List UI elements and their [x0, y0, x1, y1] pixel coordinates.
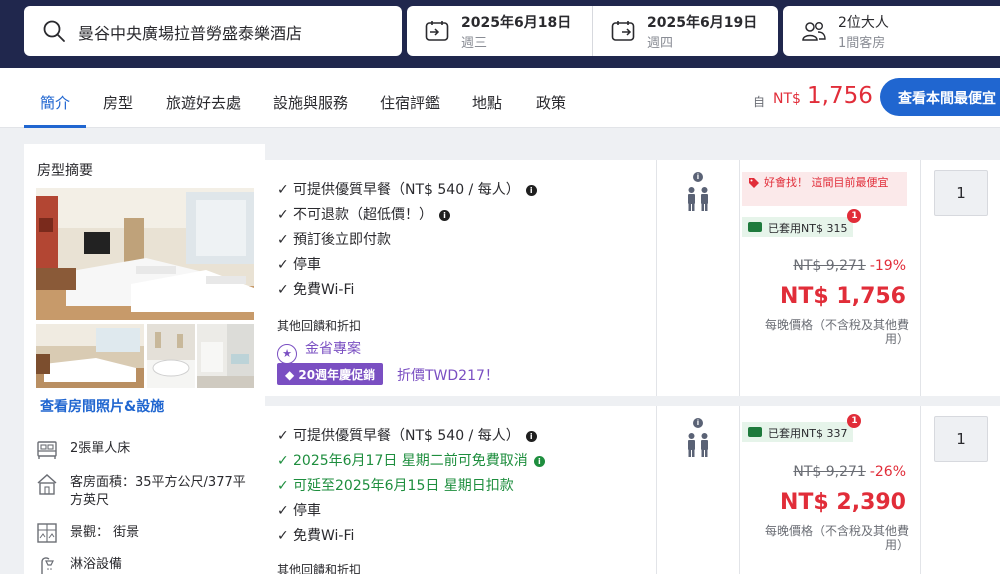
checkout-weekday: 週四	[647, 36, 674, 51]
benefit-free-cancellation: ✓ 2025年6月17日 星期二前可免費取消 i	[277, 450, 545, 470]
two-persons-icon	[688, 433, 708, 457]
adults-count: 2位大人	[838, 15, 889, 31]
tab-reviews[interactable]: 住宿評鑑	[380, 92, 440, 113]
checkout-date: 2025年6月19日	[647, 15, 758, 31]
discount-percent: -26%	[869, 464, 906, 480]
destination-field[interactable]: 曼谷中央廣場拉普勞盛泰樂酒店	[24, 6, 402, 56]
room-thumb-3[interactable]	[197, 324, 254, 388]
search-icon	[43, 20, 65, 42]
tag-icon	[749, 178, 759, 188]
promo-savings[interactable]: ★ 金省專案	[277, 338, 361, 364]
quantity-cell: 1	[921, 160, 1000, 396]
date-picker[interactable]: 2025年6月18日 週三 2025年6月19日 週四	[407, 6, 778, 56]
coupon-applied-badge: 已套用NT$ 337 1	[742, 414, 862, 442]
coupon-applied-badge: 已套用NT$ 315 1	[742, 209, 862, 237]
price-currency: NT$	[773, 91, 801, 107]
best-deal-badge: 好會找！ 這間目前最便宜	[742, 172, 907, 206]
coupon-count-badge: 1	[847, 414, 862, 428]
search-header: 曼谷中央廣場拉普勞盛泰樂酒店 2025年6月18日 週三 2025年6月19日 …	[0, 0, 1000, 68]
calendar-checkin-icon	[425, 21, 449, 41]
feature-text: 2張單人床	[70, 441, 131, 456]
occupancy-cell: i	[657, 160, 740, 396]
view-cheapest-button[interactable]: 查看本間最便宜	[880, 78, 1000, 116]
anniversary-promo-badge: ◆ 20週年慶促銷	[277, 363, 384, 385]
per-night-note: 每晚價格（不含稅及其他費用）	[764, 318, 909, 346]
tag-icon: ◆	[285, 368, 299, 382]
info-icon[interactable]: i	[525, 431, 537, 442]
current-price: NT$ 1,756	[780, 284, 906, 309]
benefit-parking: ✓ 停車	[277, 257, 321, 273]
guests-field[interactable]: 2位大人 1間客房	[783, 6, 1000, 56]
price-cell: 好會找！ 這間目前最便宜 已套用NT$ 315 1 NT$ 9,271 -19% …	[740, 160, 921, 396]
price-cell: 已套用NT$ 337 1 NT$ 9,271 -26% NT$ 2,390 每晚價…	[740, 406, 921, 574]
benefit-wifi: ✓ 免費Wi-Fi	[277, 528, 355, 544]
quantity-cell: 1	[921, 406, 1000, 574]
room-offer-card: ✓ 可提供優質早餐（NT$ 540 / 每人） i ✓ 2025年6月17日 星期二前…	[265, 406, 1000, 574]
coupon-count-badge: 1	[847, 209, 862, 223]
room-summary-title: 房型摘要	[37, 163, 93, 179]
benefit-wifi: ✓ 免費Wi-Fi	[277, 282, 355, 298]
shower-icon	[41, 557, 54, 574]
discount-percent: -19%	[869, 258, 906, 274]
feature-text: 客房面積：35平方公尺/377平方英尺	[70, 475, 246, 508]
per-night-note: 每晚價格（不含稅及其他費用）	[764, 524, 909, 552]
other-rewards-title: 其他回饋和折扣	[277, 563, 362, 574]
bed-icon	[37, 441, 57, 459]
tab-rooms[interactable]: 房型	[103, 92, 133, 113]
checkin-weekday: 週三	[461, 36, 488, 51]
lowest-price: 1,756	[807, 83, 873, 109]
tab-attractions[interactable]: 旅遊好去處	[166, 92, 241, 113]
room-quantity-select[interactable]: 1	[934, 416, 988, 462]
benefit-pay-later: ✓ 可延至2025年6月15日 星期日扣款	[277, 478, 514, 494]
tab-facilities[interactable]: 設施與服務	[273, 92, 348, 113]
checkin-field[interactable]: 2025年6月18日 週三	[407, 6, 592, 56]
room-quantity-select[interactable]: 1	[934, 170, 988, 216]
feature-text: 淋浴設備	[70, 557, 123, 572]
info-icon[interactable]: i	[693, 418, 703, 428]
benefit-parking: ✓ 停車	[277, 503, 321, 519]
room-summary-panel: 房型摘要 查看房間照片&設施 2張單人床 客房面積：35平方公尺/377平方英尺…	[24, 144, 265, 574]
coupon-icon	[748, 222, 762, 232]
occupancy-cell: i	[657, 406, 740, 574]
original-price: NT$ 9,271 -26%	[793, 464, 906, 480]
info-icon[interactable]: i	[533, 456, 545, 467]
window-icon	[37, 523, 57, 543]
coupon-icon	[748, 427, 762, 437]
offer-benefits: ✓ 可提供優質早餐（NT$ 540 / 每人） i ✓ 不可退款（超低價！） i ✓ 預訂…	[265, 160, 657, 396]
info-icon[interactable]: i	[439, 210, 450, 221]
info-icon[interactable]: i	[693, 172, 703, 182]
benefit-breakfast: ✓ 可提供優質早餐（NT$ 540 / 每人） i	[277, 425, 537, 445]
badge-icon: ★	[277, 344, 297, 364]
room-offer-card: ✓ 可提供優質早餐（NT$ 540 / 每人） i ✓ 不可退款（超低價！） i ✓ 預訂…	[265, 160, 1000, 396]
benefit-breakfast: ✓ 可提供優質早餐（NT$ 540 / 每人） i	[277, 179, 537, 199]
people-icon	[802, 22, 826, 41]
destination-text: 曼谷中央廣場拉普勞盛泰樂酒店	[78, 24, 303, 43]
room-thumb-2[interactable]	[147, 324, 195, 388]
two-persons-icon	[688, 187, 708, 211]
tab-overview[interactable]: 簡介	[40, 92, 70, 113]
view-room-photos-link[interactable]: 查看房間照片&設施	[40, 396, 164, 416]
original-price: NT$ 9,271 -19%	[793, 258, 906, 274]
checkin-date: 2025年6月18日	[461, 15, 572, 31]
benefit-nonrefundable: ✓ 不可退款（超低價！） i	[277, 204, 450, 224]
room-thumb-1[interactable]	[36, 324, 144, 388]
info-icon[interactable]: i	[525, 185, 537, 196]
benefit-pay-now: ✓ 預訂後立即付款	[277, 232, 391, 248]
property-nav: 簡介 房型 旅遊好去處 設施與服務 住宿評鑑 地點 政策 自 NT$ 1,756…	[0, 68, 1000, 128]
checkout-field[interactable]: 2025年6月19日 週四	[593, 6, 778, 56]
price-from-label: 自	[753, 95, 766, 109]
room-main-photo[interactable]	[36, 188, 254, 320]
other-rewards-title: 其他回饋和折扣	[277, 319, 362, 333]
active-tab-indicator	[24, 125, 86, 128]
rooms-count: 1間客房	[838, 36, 886, 51]
tab-location[interactable]: 地點	[472, 92, 502, 113]
anniversary-discount-note: 折價TWD217！	[397, 368, 499, 384]
feature-text: 景觀： 街景	[70, 525, 140, 540]
calendar-checkout-icon	[611, 21, 635, 41]
offer-benefits: ✓ 可提供優質早餐（NT$ 540 / 每人） i ✓ 2025年6月17日 星期二前…	[265, 406, 657, 574]
current-price: NT$ 2,390	[780, 490, 906, 515]
house-icon	[37, 473, 57, 495]
tab-policies[interactable]: 政策	[536, 92, 566, 113]
